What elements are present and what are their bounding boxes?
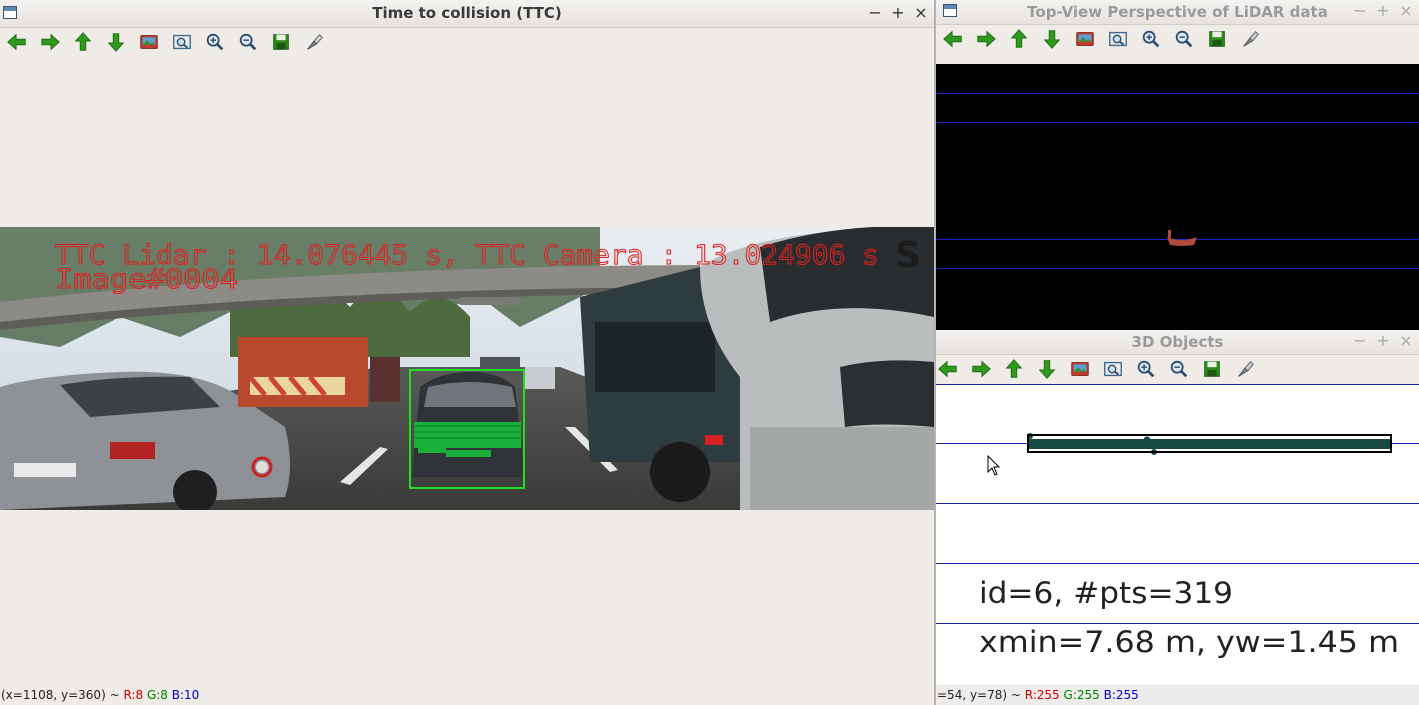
- maximize-button[interactable]: +: [891, 3, 905, 22]
- arrow-up-icon[interactable]: [1007, 27, 1031, 51]
- objects-titlebar[interactable]: 3D Objects − + ×: [936, 330, 1419, 355]
- arrow-left-icon[interactable]: [936, 357, 960, 381]
- topview-canvas[interactable]: [936, 64, 1419, 330]
- arrow-right-icon[interactable]: [974, 27, 998, 51]
- ttc-titlebar[interactable]: Time to collision (TTC) − + ×: [0, 0, 934, 28]
- zoom-out-icon[interactable]: [1167, 357, 1191, 381]
- ttc-window: Time to collision (TTC) − + × S TTC Lida…: [0, 0, 934, 705]
- mouse-cursor-icon: [987, 454, 1001, 481]
- image-icon[interactable]: [1068, 357, 1092, 381]
- arrow-down-icon[interactable]: [104, 30, 128, 54]
- zoom-fit-icon[interactable]: [1101, 357, 1125, 381]
- status-g-value: G:8: [146, 688, 168, 702]
- object-id-text: id=6, #pts=319: [979, 576, 1233, 610]
- topview-window: Top-View Perspective of LiDAR data − + ×: [936, 0, 1419, 330]
- window-title: Top-View Perspective of LiDAR data: [1027, 3, 1328, 21]
- arrow-down-icon[interactable]: [1035, 357, 1059, 381]
- close-button[interactable]: ×: [914, 3, 928, 22]
- toolbar: [936, 24, 1419, 54]
- arrow-up-icon[interactable]: [71, 30, 95, 54]
- window-title: Time to collision (TTC): [372, 4, 562, 22]
- toolbar: [0, 27, 934, 57]
- roi-bounding-box[interactable]: [409, 369, 525, 489]
- arrow-left-icon[interactable]: [941, 27, 965, 51]
- minimize-button[interactable]: −: [1353, 331, 1367, 350]
- status-g-value: G:255: [1063, 688, 1100, 702]
- zoom-in-icon[interactable]: [1139, 27, 1163, 51]
- zoom-in-icon[interactable]: [1134, 357, 1158, 381]
- zoom-fit-icon[interactable]: [1106, 27, 1130, 51]
- maximize-button[interactable]: +: [1376, 331, 1390, 350]
- ttc-text-overlay: TTC Lidar : 14.076445 s, TTC Camera : 13…: [55, 240, 880, 296]
- save-icon[interactable]: [1200, 357, 1224, 381]
- status-coords: =54, y=78) ~: [937, 688, 1021, 702]
- properties-icon[interactable]: [1238, 27, 1262, 51]
- status-b-value: B:10: [171, 688, 200, 702]
- status-coords: (x=1108, y=360) ~: [1, 688, 120, 702]
- zoom-fit-icon[interactable]: [170, 30, 194, 54]
- image-index-text: Image#0004: [55, 264, 238, 295]
- status-r-value: R:8: [123, 688, 144, 702]
- minimize-button[interactable]: −: [868, 3, 882, 22]
- object-dimensions-text: xmin=7.68 m, yw=1.45 m: [979, 625, 1399, 659]
- properties-icon[interactable]: [302, 30, 326, 54]
- status-bar: =54, y=78) ~ R:255 G:255 B:255: [936, 685, 1419, 705]
- minimize-button[interactable]: −: [1353, 1, 1367, 20]
- arrow-left-icon[interactable]: [5, 30, 29, 54]
- zoom-in-icon[interactable]: [203, 30, 227, 54]
- arrow-right-icon[interactable]: [38, 30, 62, 54]
- maximize-button[interactable]: +: [1376, 1, 1390, 20]
- zoom-out-icon[interactable]: [236, 30, 260, 54]
- image-icon[interactable]: [1073, 27, 1097, 51]
- image-icon[interactable]: [137, 30, 161, 54]
- status-bar: (x=1108, y=360) ~ R:8 G:8 B:10: [0, 685, 934, 705]
- status-r-value: R:255: [1024, 688, 1060, 702]
- objects-canvas[interactable]: id=6, #pts=319 xmin=7.68 m, yw=1.45 m: [936, 384, 1419, 685]
- topview-titlebar[interactable]: Top-View Perspective of LiDAR data − + ×: [936, 0, 1419, 25]
- objects-window: 3D Objects − + × id=6, #pts=319 xmin=7.6…: [936, 330, 1419, 705]
- save-icon[interactable]: [1205, 27, 1229, 51]
- zoom-out-icon[interactable]: [1172, 27, 1196, 51]
- save-icon[interactable]: [269, 30, 293, 54]
- arrow-down-icon[interactable]: [1040, 27, 1064, 51]
- properties-icon[interactable]: [1233, 357, 1257, 381]
- window-title: 3D Objects: [1131, 333, 1224, 351]
- close-button[interactable]: ×: [1399, 1, 1413, 20]
- arrow-right-icon[interactable]: [969, 357, 993, 381]
- close-button[interactable]: ×: [1399, 331, 1413, 350]
- arrow-up-icon[interactable]: [1002, 357, 1026, 381]
- status-b-value: B:255: [1103, 688, 1139, 702]
- toolbar: [936, 354, 1419, 384]
